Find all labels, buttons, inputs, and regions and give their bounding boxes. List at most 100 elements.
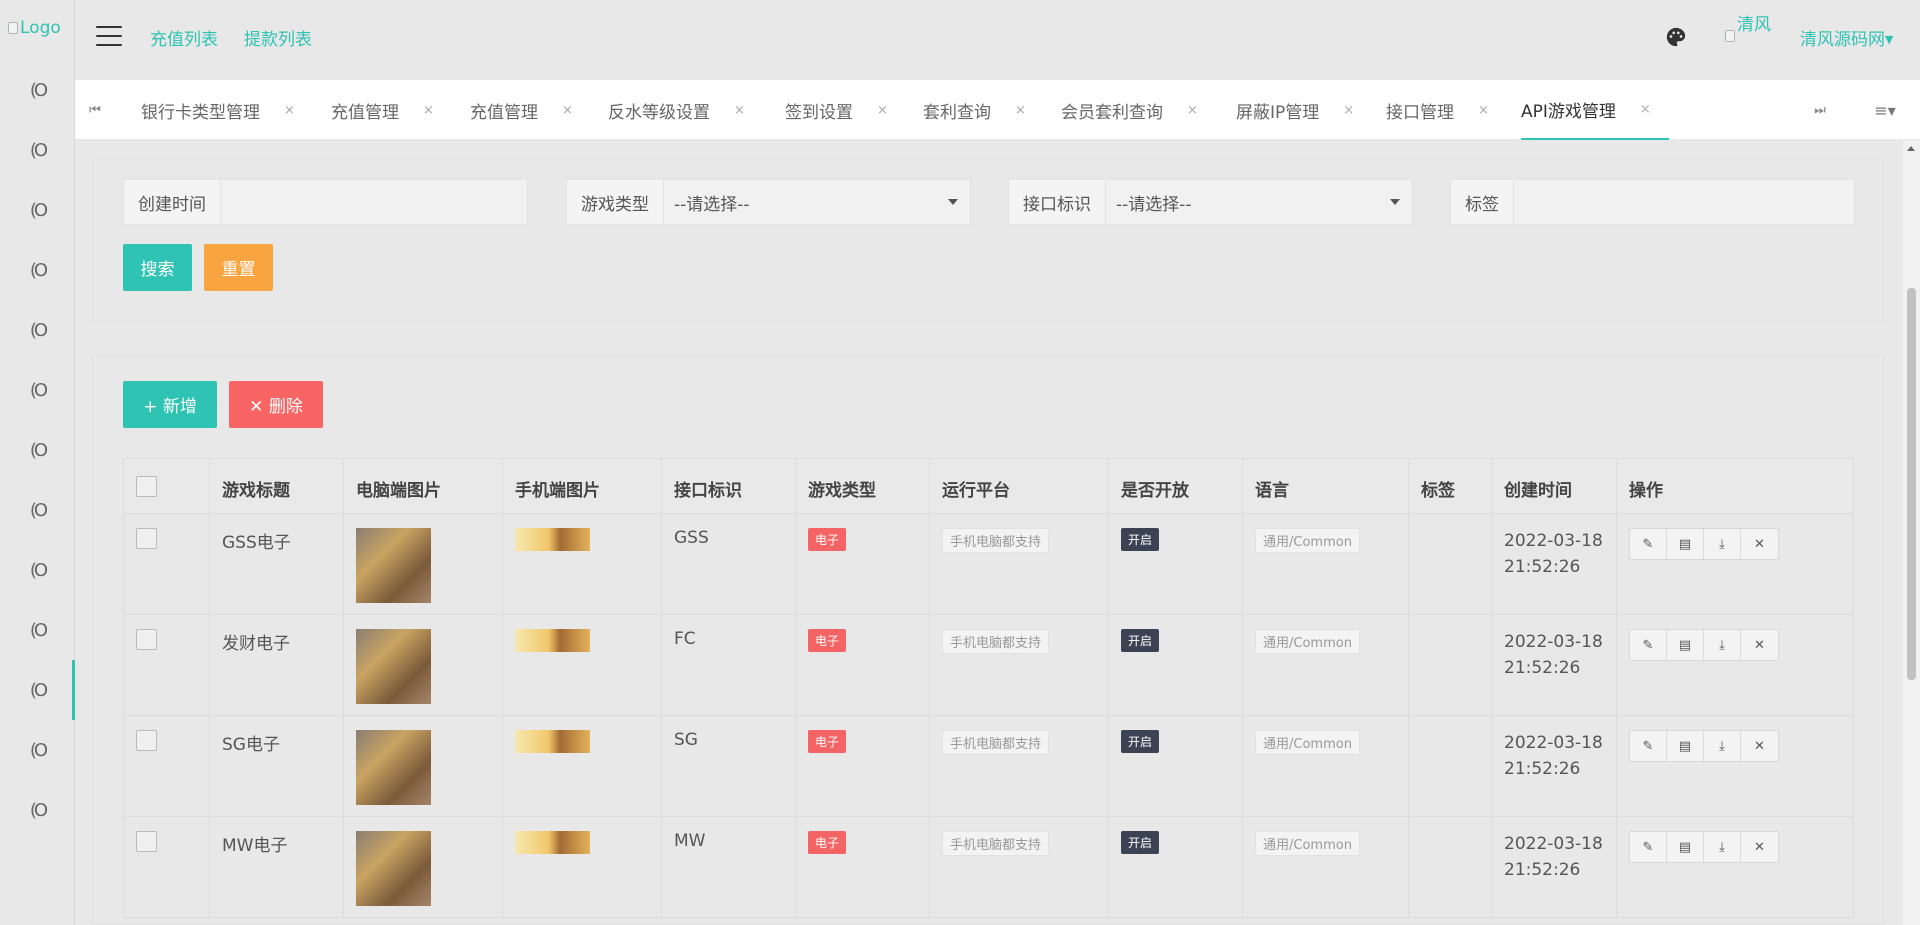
created-time-field: 创建时间 [123,179,528,225]
delete-icon[interactable]: ✕ [1741,630,1778,660]
game-type-select[interactable]: --请选择-- [664,180,970,224]
circle-icon: (O [29,79,48,101]
mobile-image[interactable] [515,730,590,753]
delete-icon[interactable]: ✕ [1741,731,1778,761]
add-button[interactable]: + 新增 [123,381,217,428]
tab[interactable]: 反水等级设置 × [608,80,763,140]
tab[interactable]: 套利查询 × [923,80,1044,140]
detail-icon[interactable]: ▤ [1667,731,1704,761]
tab[interactable]: 充值管理 × [331,80,452,140]
tab-close-icon[interactable]: × [877,103,888,118]
header-link-withdraw-list[interactable]: 提款列表 [244,25,312,50]
created-time-input[interactable] [221,180,527,224]
sidebar-item[interactable]: (O [0,660,75,720]
pc-image[interactable] [356,831,431,906]
tab[interactable]: API游戏管理 × [1521,80,1669,140]
tab-close-icon[interactable]: × [423,103,434,118]
table-row: GSS电子 GSS 电子 手机电脑都支持 开启 通用/Common 2022-03-18 21… [123,513,1854,615]
tab[interactable]: 银行卡类型管理 × [141,80,313,140]
sidebar-item[interactable]: (O [0,180,75,240]
sidebar-item[interactable]: (O [0,480,75,540]
mobile-image[interactable] [515,831,590,854]
row-checkbox[interactable] [136,629,157,650]
pc-image[interactable] [356,629,431,704]
header-link-recharge-list[interactable]: 充值列表 [150,25,218,50]
tab[interactable]: 接口管理 × [1386,80,1507,140]
edit-icon[interactable]: ✎ [1630,529,1667,559]
sidebar-item[interactable]: (O [0,60,75,120]
palette-icon[interactable] [1665,26,1687,48]
language-badge: 通用/Common [1255,629,1360,654]
tab-scroll-right-icon[interactable]: ⏭ [1800,80,1840,140]
edit-icon[interactable]: ✎ [1630,731,1667,761]
tab-close-icon[interactable]: × [562,103,573,118]
download-icon[interactable]: ⤓ [1704,630,1741,660]
pc-image-cell [343,816,503,918]
tab-close-icon[interactable]: × [284,103,295,118]
mobile-image[interactable] [515,528,590,551]
select-all-checkbox[interactable] [136,476,157,497]
tab-close-icon[interactable]: × [1343,103,1354,118]
page-scrollbar[interactable] [1903,140,1920,925]
edit-icon[interactable]: ✎ [1630,630,1667,660]
scroll-thumb[interactable] [1907,288,1916,680]
circle-icon: (O [29,499,48,521]
edit-icon[interactable]: ✎ [1630,832,1667,862]
language-cell: 通用/Common [1242,715,1409,817]
avatar[interactable]: 清风 [1725,10,1771,42]
tab[interactable]: 充值管理 × [470,80,591,140]
sidebar-item[interactable]: (O [0,540,75,600]
row-checkbox[interactable] [136,730,157,751]
sidebar-item[interactable]: (O [0,600,75,660]
tab-close-icon[interactable]: × [1478,103,1489,118]
row-checkbox[interactable] [136,528,157,549]
sidebar-item[interactable]: (O [0,780,75,840]
tab-close-icon[interactable]: × [1015,103,1026,118]
open-badge: 开启 [1121,730,1160,753]
tab[interactable]: 签到设置 × [785,80,906,140]
sidebar-item[interactable]: (O [0,240,75,300]
tab-options-icon[interactable]: ≡▾ [1865,80,1905,140]
search-button[interactable]: 搜索 [123,244,192,291]
tab-scroll-left-icon[interactable]: ⏮ [75,80,115,140]
row-actions: ✎ ▤ ⤓ ✕ [1629,629,1779,661]
delete-icon[interactable]: ✕ [1741,832,1778,862]
mobile-image[interactable] [515,629,590,652]
sidebar-item[interactable]: (O [0,120,75,180]
circle-icon: (O [29,799,48,821]
type-cell: 电子 [795,513,930,615]
tab[interactable]: 屏蔽IP管理 × [1236,80,1372,140]
user-dropdown[interactable]: 清风源码网▼ [1800,25,1893,50]
sidebar-item[interactable]: (O [0,420,75,480]
row-actions: ✎ ▤ ⤓ ✕ [1629,831,1779,863]
menu-toggle-icon[interactable] [96,26,122,46]
tab-close-icon[interactable]: × [1640,102,1651,117]
tab-close-icon[interactable]: × [1187,103,1198,118]
sidebar-item[interactable]: (O [0,300,75,360]
tag-input[interactable] [1514,180,1854,224]
created-clock: 21:52:26 [1504,759,1581,779]
pc-image[interactable] [356,730,431,805]
delete-icon[interactable]: ✕ [1741,529,1778,559]
tab-close-icon[interactable]: × [734,103,745,118]
download-icon[interactable]: ⤓ [1704,832,1741,862]
tab-label: 签到设置 [785,102,853,123]
delete-button[interactable]: ✕ 删除 [229,381,323,428]
detail-icon[interactable]: ▤ [1667,630,1704,660]
logo[interactable]: Logo [8,16,72,40]
row-checkbox[interactable] [136,831,157,852]
detail-icon[interactable]: ▤ [1667,832,1704,862]
api-flag-select[interactable]: --请选择-- [1106,180,1412,224]
download-icon[interactable]: ⤓ [1704,529,1741,559]
actions-cell: ✎ ▤ ⤓ ✕ [1616,614,1854,716]
actions-cell: ✎ ▤ ⤓ ✕ [1616,715,1854,817]
tab[interactable]: 会员套利查询 × [1061,80,1216,140]
detail-icon[interactable]: ▤ [1667,529,1704,559]
download-icon[interactable]: ⤓ [1704,731,1741,761]
sidebar-item[interactable]: (O [0,720,75,780]
type-cell: 电子 [795,816,930,918]
sidebar-item[interactable]: (O [0,360,75,420]
scroll-up-icon[interactable] [1907,146,1915,151]
reset-button[interactable]: 重置 [204,244,273,291]
pc-image[interactable] [356,528,431,603]
